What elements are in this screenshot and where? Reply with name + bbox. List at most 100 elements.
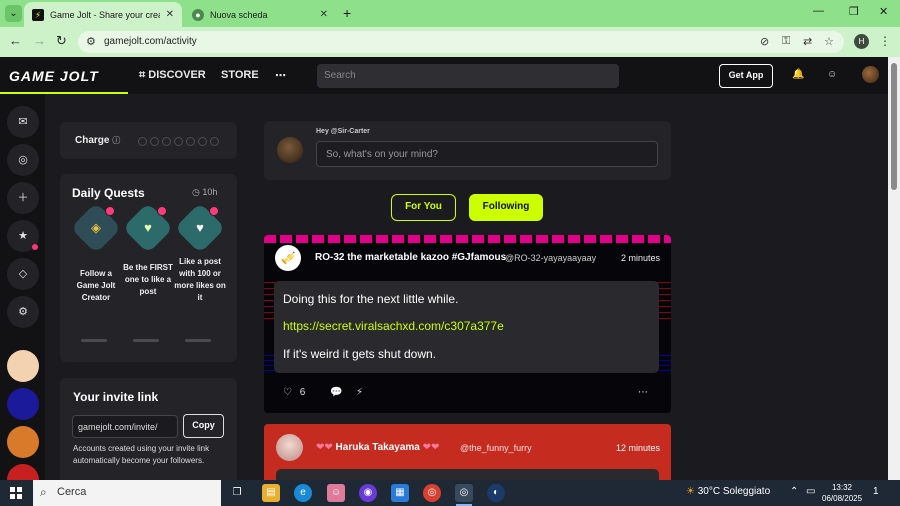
quest-new-badge: [209, 206, 219, 216]
post-author-handle[interactable]: @RO-32-yayayaayaay: [505, 253, 596, 263]
quest-new-badge: [157, 206, 167, 216]
file-explorer-icon[interactable]: ▤: [262, 484, 280, 502]
sidebar-community-1[interactable]: [7, 350, 39, 382]
sidebar-add-icon[interactable]: ＋: [7, 182, 39, 214]
compose-input[interactable]: So, what's on your mind?: [316, 141, 658, 167]
charge-label: Charge ⓘ: [75, 135, 121, 146]
close-tab-icon[interactable]: ✕: [166, 9, 174, 20]
post-more-icon[interactable]: ⋯: [638, 387, 648, 398]
quest-text: Be the FIRST one to like a post: [123, 263, 173, 296]
app-icon-purple[interactable]: ◉: [359, 484, 377, 502]
charge-post-icon[interactable]: ⚡: [356, 387, 363, 398]
url-text[interactable]: gamejolt.com/activity: [104, 36, 197, 47]
restore-icon[interactable]: ❐: [849, 5, 859, 18]
search-icon: ⌕: [40, 485, 47, 499]
store-icon[interactable]: ▦: [391, 484, 409, 502]
site-info-icon[interactable]: ⚙: [86, 35, 96, 48]
close-window-icon[interactable]: ✕: [879, 5, 888, 18]
chrome-icon[interactable]: ◎: [423, 484, 441, 502]
tab-search-icon[interactable]: ⌄: [5, 5, 22, 22]
sidebar-community-2[interactable]: [7, 388, 39, 420]
charge-dot: [138, 137, 147, 146]
omnibox[interactable]: ⚙ gamejolt.com/activity ⊘ ⚿ ⇄ ☆: [78, 31, 844, 53]
comment-icon[interactable]: 💬: [330, 387, 342, 398]
back-icon[interactable]: ←: [9, 34, 22, 48]
sidebar-settings-icon[interactable]: ⚙: [7, 296, 39, 328]
gamejolt-logo[interactable]: GAME JOLT: [9, 68, 99, 84]
invite-title: Your invite link: [73, 390, 159, 404]
sidebar-shop-icon[interactable]: ◇: [7, 258, 39, 290]
post-card[interactable]: ❤❤ Haruka Takayama ❤❤ @the_funny_furry 1…: [264, 424, 671, 480]
new-tab-icon[interactable]: +: [343, 5, 351, 21]
like-count: 6: [299, 387, 306, 398]
menu-kebab-icon[interactable]: ⋮: [879, 34, 891, 48]
quest-heart-icon: ♥: [144, 220, 152, 235]
reload-icon[interactable]: ↻: [56, 34, 67, 48]
user-avatar[interactable]: [862, 66, 879, 83]
close-tab-icon[interactable]: ✕: [320, 9, 328, 20]
tab-following[interactable]: Following: [469, 194, 543, 221]
key-icon[interactable]: ⚿: [782, 35, 790, 48]
site-search-input[interactable]: Search: [317, 64, 619, 88]
like-button[interactable]: ♡ 6: [283, 387, 305, 398]
task-view-icon[interactable]: ❐: [228, 484, 246, 502]
post-link[interactable]: https://secret.viralsachxd.com/c307a377e: [283, 319, 504, 333]
compose-avatar[interactable]: [277, 137, 303, 163]
invite-link-field[interactable]: gamejolt.com/invite/: [72, 415, 178, 438]
sidebar-community-4[interactable]: [7, 464, 39, 480]
daily-quests-card: Daily Quests ◷ 10h ◈ Follow a Game Jolt …: [60, 174, 237, 362]
compose-card: Hey @Sir-Carter So, what's on your mind?: [264, 121, 671, 180]
post-author-handle[interactable]: @the_funny_furry: [460, 443, 532, 453]
profile-avatar[interactable]: H: [854, 34, 869, 49]
weather-widget[interactable]: ☀ 30°C Soleggiato: [686, 486, 770, 497]
bookmark-star-icon[interactable]: ☆: [824, 35, 834, 48]
minimize-icon[interactable]: —: [813, 5, 824, 17]
sidebar-community-3[interactable]: [7, 426, 39, 458]
tab-gamejolt[interactable]: ⚡ Game Jolt - Share your creations ✕: [24, 2, 182, 27]
scroll-thumb[interactable]: [891, 63, 897, 190]
heart-deco-icon: ❤❤: [316, 442, 333, 453]
tab-title: Game Jolt - Share your creations: [50, 9, 160, 20]
sidebar-discover-icon[interactable]: ◎: [7, 144, 39, 176]
sidebar-chat-icon[interactable]: ✉: [7, 106, 39, 138]
get-app-button[interactable]: Get App: [719, 64, 773, 88]
page-scrollbar[interactable]: [888, 57, 900, 480]
post-author-avatar[interactable]: [276, 434, 303, 461]
friends-icon[interactable]: ☺: [827, 69, 837, 80]
tab-new-tab[interactable]: ● Nuova scheda ✕: [184, 2, 336, 27]
translate-icon[interactable]: ⇄: [803, 35, 812, 48]
notifications-icon[interactable]: 🔔: [792, 69, 804, 80]
discover-icon: ⌗: [139, 69, 146, 81]
post-author-avatar[interactable]: 🎺: [275, 245, 301, 271]
charge-info-icon[interactable]: ⓘ: [112, 136, 120, 145]
sidebar-notify-dot: [32, 244, 38, 250]
quest-progress-bar: [185, 339, 211, 342]
copy-button[interactable]: Copy: [183, 414, 224, 438]
forward-icon[interactable]: →: [33, 34, 46, 48]
sun-icon: ☀: [686, 486, 695, 497]
quest-progress-bar: [133, 339, 159, 342]
left-sidebar: ✉ ◎ ＋ ★ ◇ ⚙: [0, 94, 45, 480]
steam-icon[interactable]: ◐: [487, 484, 505, 502]
tab-for-you[interactable]: For You: [391, 194, 456, 221]
no-tracking-icon[interactable]: ⊘: [760, 35, 769, 48]
network-icon[interactable]: ▭: [806, 486, 815, 497]
nav-discover[interactable]: ⌗ DISCOVER: [139, 69, 206, 82]
chrome-favicon-icon: ●: [192, 8, 204, 21]
more-nav-icon[interactable]: ⋯: [275, 69, 286, 82]
tray-chevron-icon[interactable]: ⌃: [790, 486, 798, 497]
taskbar-search[interactable]: ⌕ Cerca: [33, 480, 221, 506]
clock[interactable]: 13:32 06/08/2025: [822, 482, 862, 504]
post-author-name[interactable]: ❤❤ Haruka Takayama ❤❤: [316, 442, 439, 453]
start-icon[interactable]: [10, 487, 22, 499]
chrome-profile-icon[interactable]: ◎: [455, 484, 473, 502]
post-time: 12 minutes: [616, 443, 661, 453]
site-header: GAME JOLT ⌗ DISCOVER STORE ⋯ Search Get …: [0, 57, 888, 94]
nav-store[interactable]: STORE: [221, 69, 259, 81]
app-icon-person[interactable]: ☺: [327, 484, 345, 502]
edge-icon[interactable]: e: [294, 484, 312, 502]
post-author-name[interactable]: RO-32 the marketable kazoo #GJfamous: [315, 252, 506, 263]
post-card[interactable]: 🎺 RO-32 the marketable kazoo #GJfamous @…: [264, 235, 671, 413]
charge-dot: [210, 137, 219, 146]
notification-icon[interactable]: 1: [873, 486, 879, 497]
